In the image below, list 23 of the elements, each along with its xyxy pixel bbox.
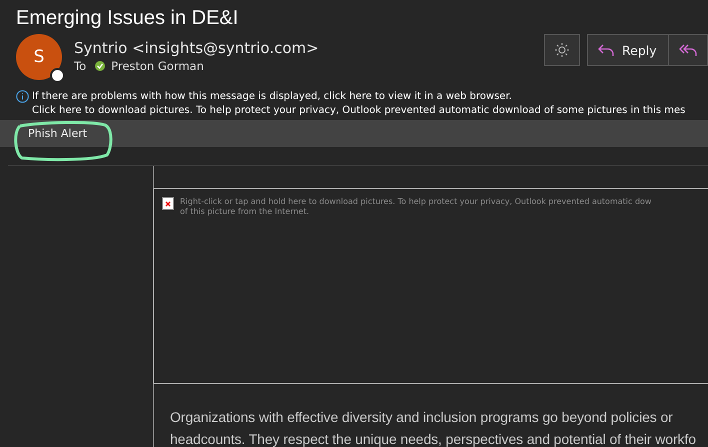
recipient-name[interactable]: Preston Gorman [111, 59, 204, 73]
reply-all-button[interactable] [668, 34, 708, 66]
to-label: To [74, 59, 86, 73]
reply-all-icon [679, 43, 697, 57]
notice-link[interactable]: Click here to download pictures. To help protect your privacy, Outlook prevented automatic download of some pictures in this mes [32, 104, 686, 118]
info-icon [16, 90, 29, 103]
sender-avatar: S [16, 34, 62, 80]
broken-image-icon [162, 197, 174, 210]
sun-icon [555, 43, 569, 57]
email-subject: Emerging Issues in DE&I [16, 6, 240, 31]
phish-alert-button[interactable]: Phish Alert [28, 127, 88, 140]
check-icon [95, 61, 106, 71]
sender-name[interactable]: Syntrio <insights@syntrio.com> [74, 38, 319, 58]
theme-button[interactable] [544, 34, 580, 66]
reply-button[interactable]: Reply [587, 34, 669, 66]
blocked-image-message: of this picture from the Internet. [180, 207, 310, 217]
reply-icon [598, 43, 614, 57]
blocked-image-message: Right-click or tap and hold here to download pictures. To help protect your privacy, Outlook prevented automatic dow [180, 197, 652, 207]
body-text: Organizations with effective diversity and inclusion programs go beyond policies or [170, 408, 674, 427]
blocked-image-frame[interactable]: Right-click or tap and hold here to download pictures. To help protect your privacy, Outlook prevented automatic dow of this picture from the Internet. [153, 188, 708, 384]
notice-link[interactable]: If there are problems with how this message is displayed, click here to view it in a web browser. [32, 90, 686, 104]
body-text: headcounts. They respect the unique needs, perspectives and potential of their workfo [170, 430, 697, 447]
presence-icon [50, 68, 65, 83]
